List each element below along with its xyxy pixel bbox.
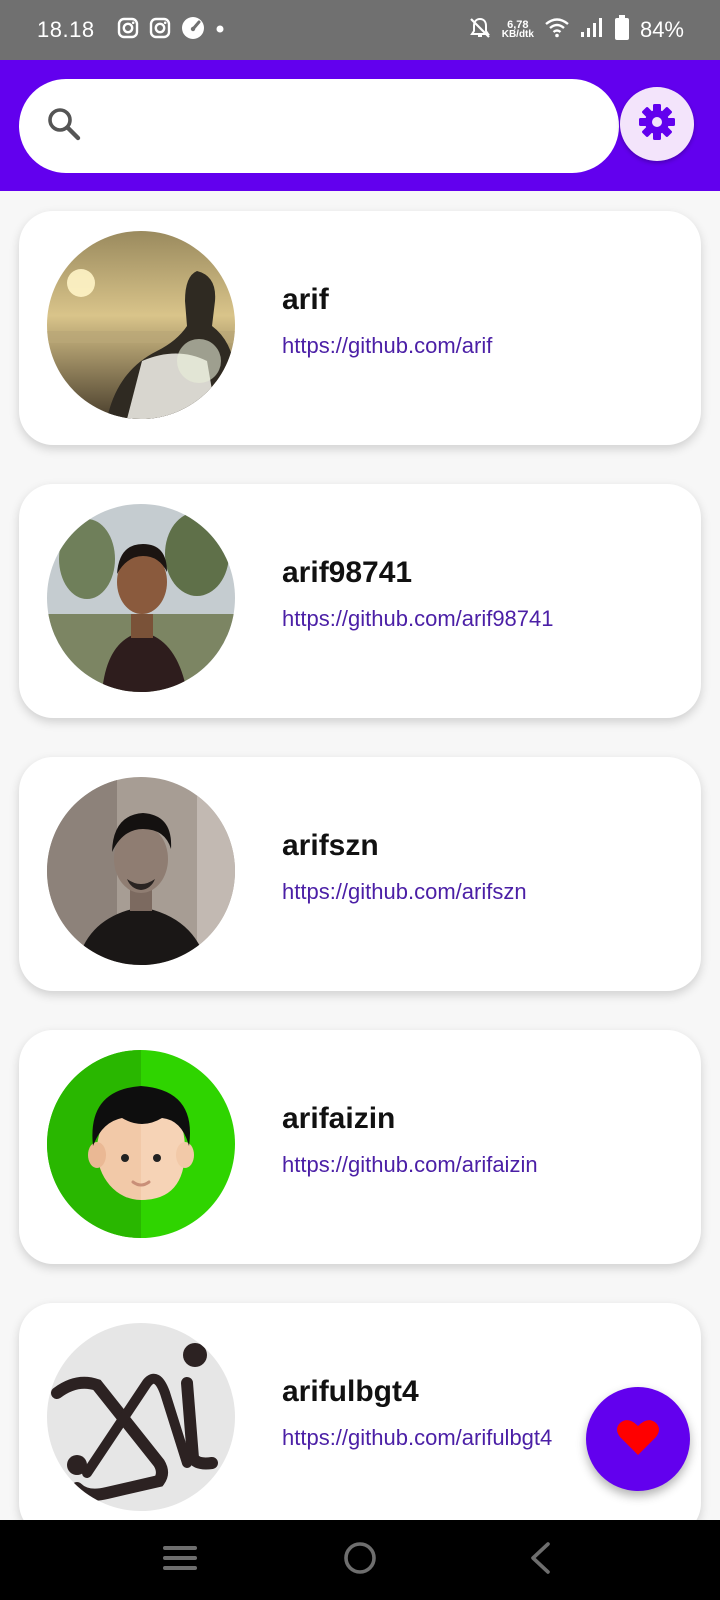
user-list[interactable]: arif https://github.com/arif arif98741 h… — [0, 191, 720, 1520]
user-url[interactable]: https://github.com/arifszn — [282, 879, 527, 905]
user-login: arifaizin — [282, 1102, 396, 1135]
battery-icon — [614, 14, 630, 46]
instagram-icon — [149, 17, 171, 44]
user-url[interactable]: https://github.com/arifaizin — [282, 1152, 538, 1178]
user-avatar — [47, 777, 235, 965]
system-nav-bar — [0, 1520, 720, 1600]
back-button[interactable] — [510, 1530, 570, 1590]
user-url[interactable]: https://github.com/arifulbgt4 — [282, 1425, 552, 1451]
user-login: arif — [282, 283, 329, 316]
instagram-icon — [117, 17, 139, 44]
back-icon — [528, 1541, 552, 1580]
user-card[interactable]: arifaizin https://github.com/arifaizin — [19, 1030, 701, 1264]
user-login: arifulbgt4 — [282, 1375, 419, 1408]
search-bar[interactable] — [19, 79, 619, 173]
heart-icon — [616, 1417, 660, 1462]
user-avatar — [47, 504, 235, 692]
user-avatar — [47, 1050, 235, 1238]
wifi-icon — [544, 17, 570, 44]
user-login: arif98741 — [282, 556, 413, 589]
notifications-off-icon — [468, 16, 492, 45]
search-icon[interactable] — [45, 105, 83, 148]
speedometer-icon — [181, 16, 205, 45]
net-speed-unit: KB/dtk — [501, 29, 534, 40]
status-notification-icons — [117, 16, 225, 45]
dot-icon — [215, 21, 225, 39]
user-avatar — [47, 231, 235, 419]
recents-button[interactable] — [150, 1530, 210, 1590]
net-speed: 6,78 KB/dtk — [501, 20, 534, 40]
user-card[interactable]: arif98741 https://github.com/arif98741 — [19, 484, 701, 718]
user-url[interactable]: https://github.com/arif98741 — [282, 606, 554, 632]
status-time: 18.18 — [37, 17, 95, 42]
home-circle-icon — [343, 1541, 377, 1580]
status-system-icons: 6,78 KB/dtk 84% — [468, 14, 684, 46]
signal-icon — [580, 17, 604, 44]
gear-icon — [637, 102, 677, 147]
user-card[interactable]: arif https://github.com/arif — [19, 211, 701, 445]
favorites-fab[interactable] — [586, 1387, 690, 1491]
settings-button[interactable] — [620, 87, 694, 161]
status-bar: 18.18 6,78 KB/dtk 84% — [0, 0, 720, 60]
user-login: arifszn — [282, 829, 379, 862]
home-button[interactable] — [330, 1530, 390, 1590]
app-bar — [0, 60, 720, 191]
user-url[interactable]: https://github.com/arif — [282, 333, 492, 359]
menu-icon — [163, 1544, 197, 1577]
search-input[interactable] — [97, 112, 577, 140]
user-avatar — [47, 1323, 235, 1511]
battery-percent: 84% — [639, 17, 684, 42]
user-card[interactable]: arifszn https://github.com/arifszn — [19, 757, 701, 991]
